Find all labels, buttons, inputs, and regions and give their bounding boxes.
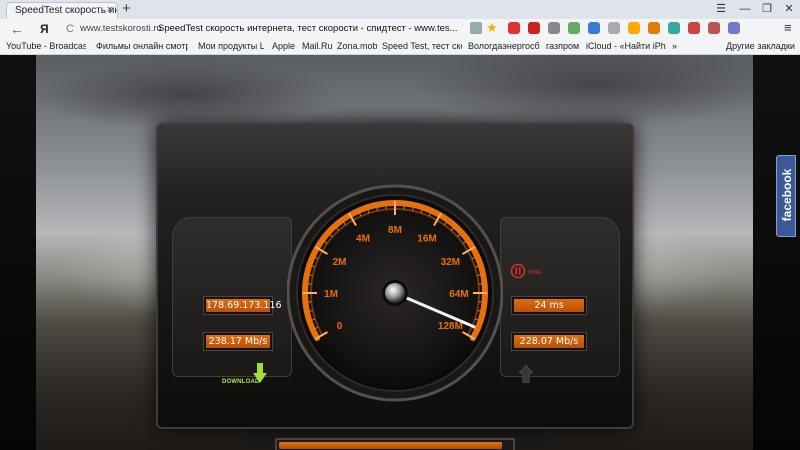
ping-warning-icon	[510, 263, 526, 279]
ext-opera-icon[interactable]	[568, 22, 580, 34]
speed-gauge: 0 1M 2M 4M 8M 16M 32M 64M 128M	[287, 184, 503, 402]
url-domain[interactable]: www.testskorosti.ru	[80, 23, 162, 34]
ext-ugo-icon[interactable]	[508, 22, 520, 34]
gauge-tick-label: 32M	[441, 257, 460, 268]
bookmark-zona[interactable]: Zona.mobi	[337, 41, 377, 51]
other-bookmarks[interactable]: Другие закладки	[726, 41, 798, 51]
upload-speed-readout: 228.07 Mb/s	[512, 333, 586, 350]
ext-gem-icon[interactable]	[608, 22, 620, 34]
facebook-label: facebook	[780, 168, 794, 222]
bookmark-star-icon[interactable]: ★	[486, 20, 498, 36]
gauge-tick-label: 0	[337, 321, 343, 332]
address-bar: ← Я C www.testskorosti.ru SpeedTest скор…	[0, 19, 800, 39]
reload-icon[interactable]: C	[66, 21, 74, 37]
page-content: facebook 178.69.173.116 238.17 Mb/s 24 m…	[0, 55, 800, 450]
facebook-side-tab[interactable]: facebook	[776, 155, 796, 237]
reader-mode-icon[interactable]	[470, 22, 482, 34]
gauge-tick-label: 128M	[438, 321, 463, 332]
bookmark-apple[interactable]: Apple	[272, 41, 296, 51]
bookmark-mailru[interactable]: Mail.Ru	[302, 41, 332, 51]
gauge-tick-label: 2M	[333, 257, 347, 268]
ext-mail-icon[interactable]	[528, 22, 540, 34]
tab-title: SpeedTest скорость инте	[15, 5, 117, 16]
ext-pen-icon[interactable]	[708, 22, 720, 34]
ping-label: PING	[528, 270, 542, 276]
ext-ok-icon[interactable]	[648, 22, 660, 34]
bookmarks-overflow[interactable]: »	[672, 41, 682, 51]
url-page-title[interactable]: SpeedTest скорость интернета, тест скоро…	[158, 23, 458, 34]
download-label: DOWNLOAD	[222, 379, 260, 385]
bookmark-speedtest[interactable]: Speed Test, тест скоро	[382, 41, 462, 51]
ext-skype-icon[interactable]	[548, 22, 560, 34]
maximize-button[interactable]: ❐	[756, 1, 778, 17]
browser-tab[interactable]: SpeedTest скорость инте ×	[6, 2, 118, 19]
ext-bolt-icon[interactable]	[628, 22, 640, 34]
yandex-logo[interactable]: Я	[40, 21, 49, 37]
needle-hub	[385, 283, 405, 303]
bookmark-films[interactable]: Фильмы онлайн смотр	[96, 41, 188, 51]
bookmark-youtube[interactable]: YouTube - Broadcast Y	[6, 41, 86, 51]
back-button[interactable]: ←	[10, 20, 24, 38]
progress-fill	[279, 442, 502, 449]
ping-readout: 24 ms	[512, 297, 586, 314]
bookmarks-bar: YouTube - Broadcast Y Фильмы онлайн смот…	[0, 39, 800, 55]
gauge-tick-label: 8M	[388, 225, 402, 236]
close-window-button[interactable]: ✕	[778, 1, 800, 17]
gauge-tick-label: 64M	[449, 289, 468, 300]
ext-g-icon[interactable]	[668, 22, 680, 34]
ext-m-icon[interactable]	[688, 22, 700, 34]
test-progress-bar	[275, 438, 515, 450]
bookmark-gazprom[interactable]: газпром	[546, 41, 580, 51]
tab-close-icon[interactable]: ×	[107, 4, 113, 16]
bookmark-icloud[interactable]: iCloud - «Найти iPhone	[586, 41, 666, 51]
bookmark-lg[interactable]: Мои продукты LG: Ли	[198, 41, 264, 51]
upload-arrow-icon	[519, 365, 533, 383]
new-tab-button[interactable]: +	[122, 0, 131, 18]
browser-titlebar: SpeedTest скорость инте × + ☰ — ❐ ✕	[0, 0, 800, 19]
gauge-tick-label: 1M	[324, 289, 338, 300]
ext-cube-icon[interactable]	[728, 22, 740, 34]
gauge-tick-label: 4M	[356, 234, 370, 245]
window-menu-button[interactable]: ☰	[710, 1, 732, 17]
ip-address-readout: 178.69.173.116	[204, 297, 282, 314]
ext-shield-icon[interactable]	[588, 22, 600, 34]
gauge-tick-label: 16M	[417, 234, 436, 245]
bookmark-vologda[interactable]: Вологдаэнергосбыт	[468, 41, 540, 51]
download-speed-readout: 238.17 Mb/s	[204, 333, 272, 350]
minimize-button[interactable]: —	[734, 1, 756, 17]
browser-menu-icon[interactable]: ≡	[784, 20, 792, 36]
